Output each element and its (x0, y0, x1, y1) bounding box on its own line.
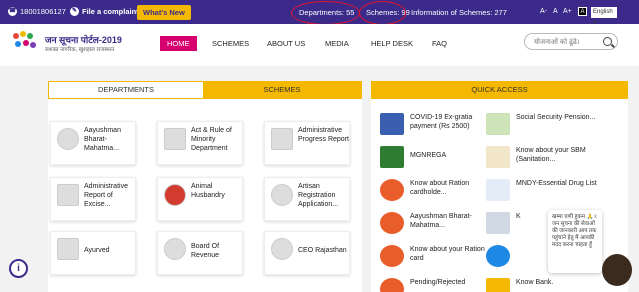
department-logo-icon (164, 184, 186, 206)
quick-access-label: Know Bank. (516, 279, 554, 286)
sanitation-icon (486, 146, 510, 168)
department-card[interactable]: Ayurved (50, 231, 136, 275)
department-card[interactable]: Artisan Registration Application... (264, 177, 350, 221)
bank-icon (486, 278, 510, 292)
quick-access-icon (486, 245, 510, 267)
department-logo-icon (57, 238, 79, 260)
department-card[interactable]: Administrative Progress Report (264, 121, 350, 165)
department-card[interactable]: Act & Rule of Minority Department (157, 121, 243, 165)
ration-card-icon (380, 245, 404, 267)
department-title: Animal Husbandry (191, 183, 225, 199)
mgnrega-icon (380, 146, 404, 168)
department-title: Board Of Revenue (191, 243, 220, 259)
quick-access-item[interactable]: Know Bank. (480, 276, 598, 292)
ayushman-icon (380, 212, 404, 234)
department-card[interactable]: Animal Husbandry (157, 177, 243, 221)
file-complaint-link[interactable]: ✎ File a complaint (70, 7, 139, 16)
whats-new-button[interactable]: What's New (137, 5, 191, 20)
department-logo-icon (57, 128, 79, 150)
department-logo-icon (271, 128, 293, 150)
panel-tabs: DEPARTMENTS SCHEMES (48, 81, 362, 99)
drug-list-icon (486, 179, 510, 201)
nav-faq[interactable]: FAQ (432, 39, 447, 48)
quick-access-label: MNDY-Essential Drug List (516, 180, 597, 187)
department-logo-icon (271, 238, 293, 260)
nav-home[interactable]: HOME (160, 36, 197, 51)
schemes-highlight-circle (359, 1, 406, 25)
chatbot-message: खम्मा घणी हुकम 🙏 जन सूचना की सेवाओं की ज… (552, 214, 597, 248)
department-title: Artisan Registration Application... (298, 183, 339, 208)
quick-access-label: Know about your SBM (Sanitation... (516, 147, 586, 163)
complaint-label: File a complaint (82, 7, 139, 16)
quick-access-item[interactable]: Social Security Pension... (480, 111, 598, 139)
nav-media[interactable]: MEDIA (325, 39, 349, 48)
department-logo-icon (271, 184, 293, 206)
search-box[interactable]: योजनाओं को ढूंढे। (524, 33, 618, 50)
brand-tagline: सशक्त नागरिक, खुशहाल राजस्थान (45, 47, 115, 53)
font-decrease-button[interactable]: A- (540, 8, 547, 15)
pension-icon (486, 113, 510, 135)
helpline[interactable]: ☎ 18001806127 (8, 7, 66, 16)
language-select[interactable]: English ▾ (591, 7, 617, 26)
department-logo-icon (164, 128, 186, 150)
tab-departments[interactable]: DEPARTMENTS (49, 82, 203, 98)
department-card[interactable]: Board Of Revenue (157, 231, 243, 275)
language-value: English (593, 9, 613, 15)
chatbot-mascot-icon[interactable] (602, 254, 632, 286)
search-icon[interactable] (603, 37, 612, 46)
department-logo-icon (57, 184, 79, 206)
covid-icon (380, 113, 404, 135)
font-increase-button[interactable]: A+ (563, 8, 572, 15)
info-icon[interactable]: i (9, 259, 28, 278)
tab-schemes[interactable]: SCHEMES (203, 82, 361, 98)
quick-access-item[interactable]: MGNREGA (374, 144, 492, 172)
ration-card-icon (380, 179, 404, 201)
close-icon[interactable]: x (594, 214, 597, 220)
nav-about-us[interactable]: ABOUT US (267, 39, 305, 48)
department-title: Aayushman Bharat-Mahatma... (84, 127, 121, 152)
department-card[interactable]: CEO Rajasthan (264, 231, 350, 275)
nav-help-desk[interactable]: HELP DESK (371, 39, 413, 48)
contrast-toggle[interactable]: A (578, 7, 587, 16)
quick-access-item[interactable]: Know about your SBM (Sanitation... (480, 144, 598, 172)
department-title: CEO Rajasthan (298, 247, 347, 254)
quick-access-icon (486, 212, 510, 234)
departments-highlight-circle (291, 1, 360, 25)
font-normal-button[interactable]: A (553, 8, 558, 15)
quick-access-title: QUICK ACCESS (371, 81, 628, 99)
quick-access-item[interactable]: Pending/Rejected (374, 276, 492, 292)
quick-access-item[interactable]: Aayushman Bharat-Mahatma... (374, 210, 492, 238)
department-title: Act & Rule of Minority Department (191, 127, 232, 152)
department-card[interactable]: Administrative Report of Excise... (50, 177, 136, 221)
complaint-icon: ✎ (70, 7, 79, 16)
helpline-number: 18001806127 (20, 7, 66, 16)
info-schemes-count[interactable]: Information of Schemes: 277 (411, 8, 507, 17)
quick-access-item[interactable]: Know about your Ration card (374, 243, 492, 271)
quick-access-item[interactable]: Know about Ration cardholde... (374, 177, 492, 205)
quick-access-item[interactable]: COVID-19 Ex-gratia payment (Rs 2500) (374, 111, 492, 139)
portal-logo (13, 31, 36, 48)
department-card[interactable]: Aayushman Bharat-Mahatma... (50, 121, 136, 165)
pending-icon (380, 278, 404, 292)
nav-schemes[interactable]: SCHEMES (212, 39, 249, 48)
search-placeholder: योजनाओं को ढूंढे। (534, 39, 580, 46)
quick-access-label: Social Security Pension... (516, 114, 596, 121)
phone-icon: ☎ (8, 7, 17, 16)
department-logo-icon (164, 238, 186, 260)
quick-access-item[interactable]: MNDY-Essential Drug List (480, 177, 598, 205)
department-title: Administrative Progress Report (298, 127, 349, 143)
department-title: Administrative Report of Excise... (84, 183, 128, 208)
department-title: Ayurved (84, 247, 110, 254)
whats-new-label: What's New (137, 5, 191, 20)
